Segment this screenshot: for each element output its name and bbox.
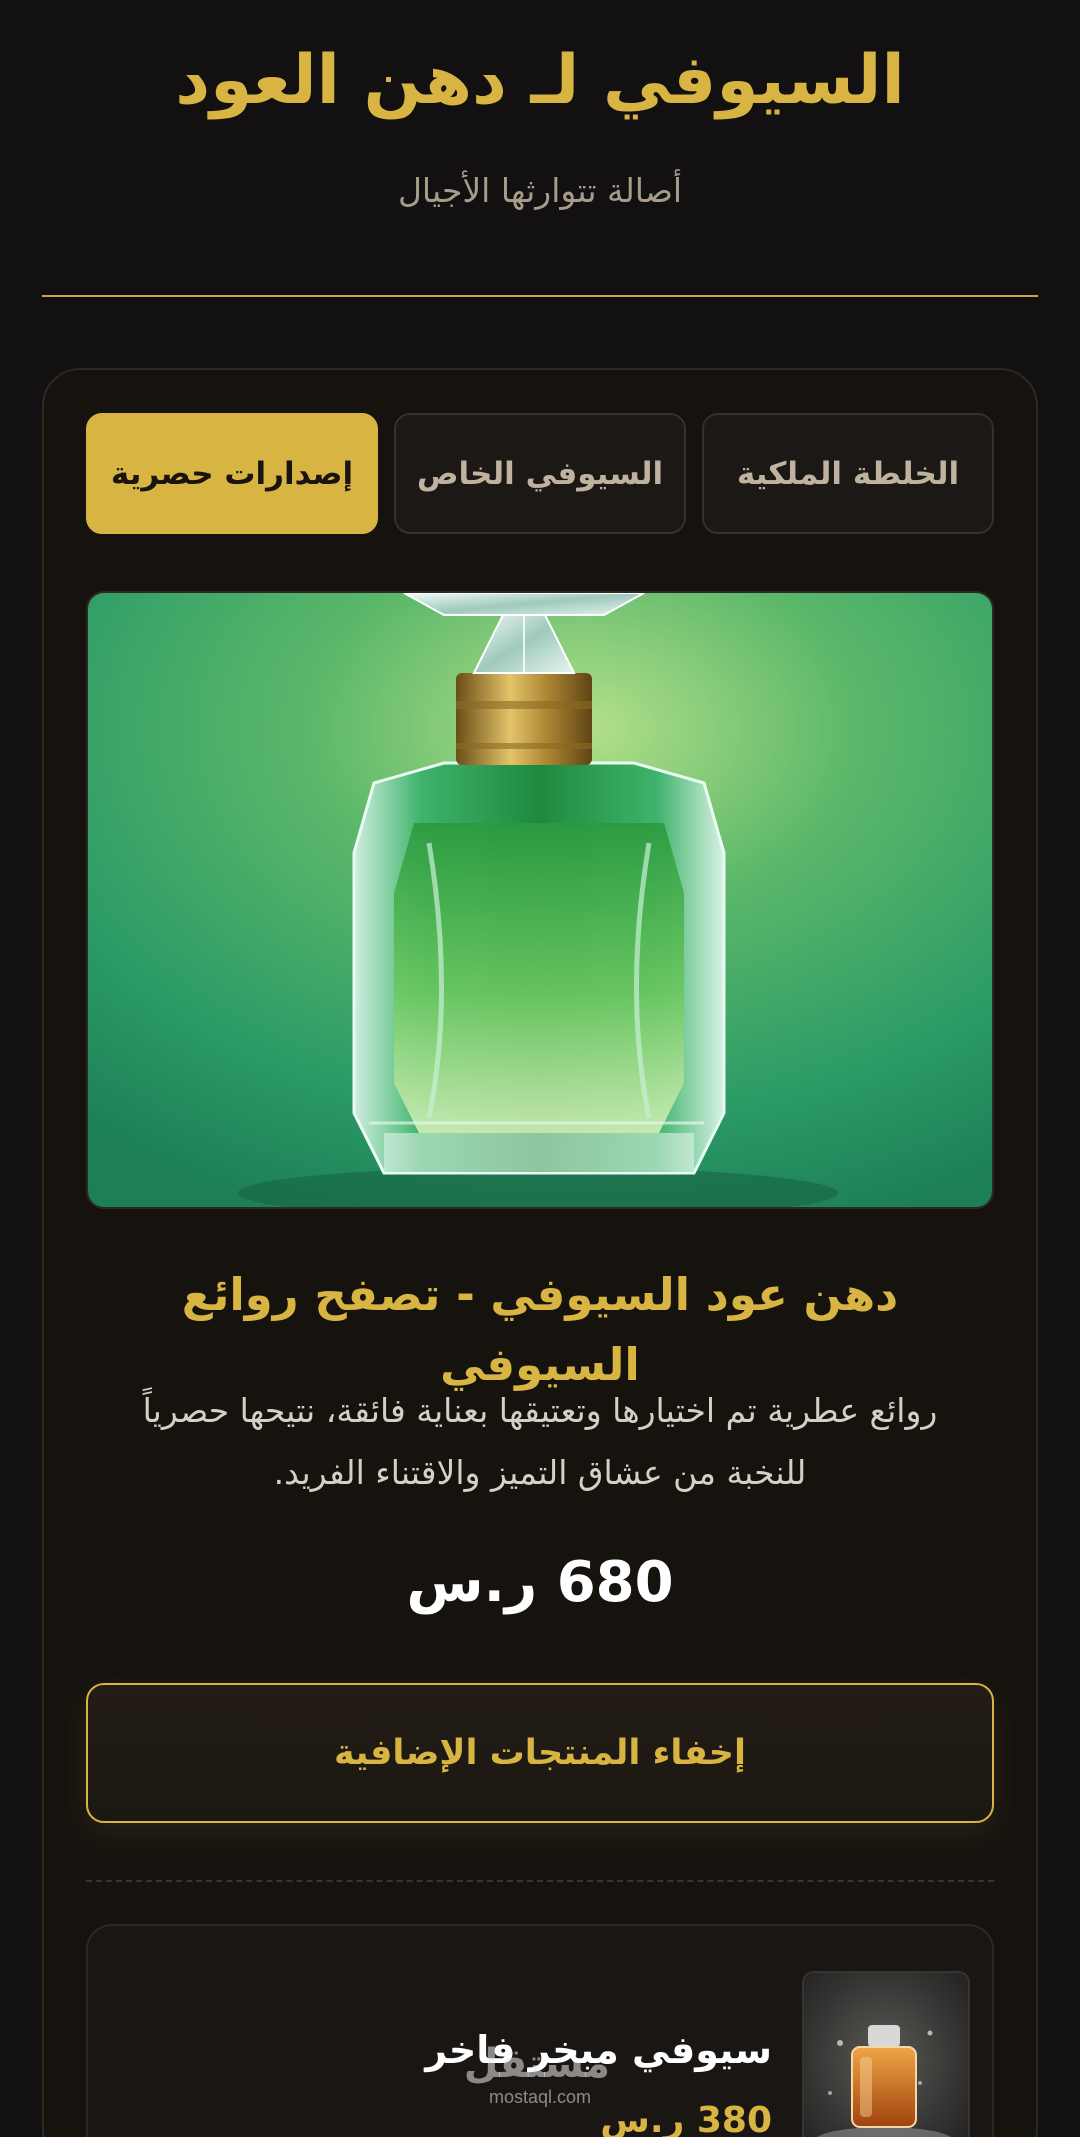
site-tagline: أصالة تتوارثها الأجيال xyxy=(397,171,683,210)
page: السيوفي لـ دهن العود أصالة تتوارثها الأج… xyxy=(0,0,1080,2137)
watermark-logo: مستقل xyxy=(463,2041,610,2087)
header-divider xyxy=(42,295,1038,297)
section-divider xyxy=(86,1880,994,1882)
extra-product-thumbnail[interactable] xyxy=(802,1971,970,2137)
price-currency: ر.س xyxy=(406,1550,538,1615)
product-description: روائع عطرية تم اختيارها وتعتيقها بعناية … xyxy=(142,1391,938,1492)
product-title: دهن عود السيوفي - تصفح روائع السيوفي xyxy=(181,1268,899,1391)
tab-siyoufi-special[interactable]: السيوفي الخاص xyxy=(394,413,686,534)
amber-perfume-bottle-image xyxy=(804,1973,968,2137)
product-image xyxy=(86,591,994,1209)
site-title: السيوفي لـ دهن العود xyxy=(175,41,905,120)
watermark: مستقل mostaql.com xyxy=(463,2041,610,2108)
hide-extra-products-button[interactable]: إخفاء المنتجات الإضافية xyxy=(86,1683,994,1823)
watermark-url: mostaql.com xyxy=(488,2087,592,2107)
tab-royal-blend[interactable]: الخلطة الملكية xyxy=(702,413,994,534)
green-perfume-bottle-image xyxy=(88,593,992,1207)
product-price: 680 ر.س xyxy=(86,1548,994,1618)
category-tabs: الخلطة الملكية السيوفي الخاص إصدارات حصر… xyxy=(86,413,994,534)
price-value: 680 xyxy=(556,1550,674,1615)
tab-exclusive-editions[interactable]: إصدارات حصرية xyxy=(86,413,378,534)
